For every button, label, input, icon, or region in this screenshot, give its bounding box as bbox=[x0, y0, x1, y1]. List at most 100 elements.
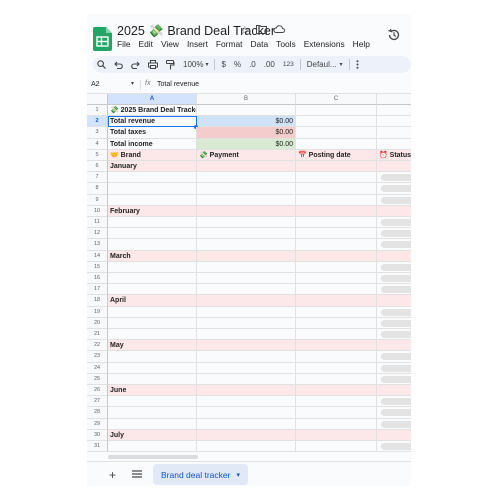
cell-b[interactable] bbox=[197, 418, 296, 430]
cell-d[interactable] bbox=[377, 139, 411, 150]
select-all-corner[interactable] bbox=[87, 94, 108, 105]
cell-b[interactable] bbox=[197, 340, 296, 352]
menu-view[interactable]: View bbox=[161, 39, 179, 49]
cell-d[interactable] bbox=[377, 116, 411, 128]
column-header-c[interactable]: C bbox=[296, 94, 377, 105]
font-select[interactable]: Defaul... ▾ bbox=[303, 60, 347, 69]
cell-d[interactable] bbox=[377, 429, 411, 441]
cell-d[interactable] bbox=[377, 127, 411, 139]
menu-file[interactable]: File bbox=[117, 39, 131, 49]
cell-c[interactable] bbox=[296, 407, 377, 419]
row-number[interactable]: 8 bbox=[87, 183, 108, 195]
status-dropdown-chip[interactable] bbox=[381, 219, 411, 226]
row-number[interactable]: 3 bbox=[87, 127, 108, 139]
status-dropdown-chip[interactable] bbox=[381, 286, 411, 294]
row-number[interactable]: 31 bbox=[87, 441, 108, 453]
menu-format[interactable]: Format bbox=[216, 39, 243, 49]
print-icon[interactable] bbox=[144, 60, 162, 69]
cell-d[interactable] bbox=[377, 195, 411, 206]
cell-b[interactable] bbox=[197, 351, 296, 363]
version-history-icon[interactable] bbox=[387, 28, 401, 42]
cell-c[interactable] bbox=[296, 340, 377, 352]
more-formats-button[interactable]: 123 bbox=[279, 61, 298, 68]
column-header-b[interactable]: B bbox=[197, 94, 296, 105]
cell-a[interactable]: May bbox=[108, 340, 197, 352]
cell-b[interactable] bbox=[197, 295, 296, 307]
row-number[interactable]: 16 bbox=[87, 273, 108, 285]
row-number[interactable]: 27 bbox=[87, 396, 108, 408]
status-dropdown-chip[interactable] bbox=[381, 185, 411, 193]
cell-a[interactable] bbox=[108, 261, 197, 273]
cell-b[interactable] bbox=[197, 441, 296, 453]
cell-c[interactable] bbox=[296, 161, 377, 173]
row-number[interactable]: 19 bbox=[87, 306, 108, 318]
undo-icon[interactable] bbox=[110, 61, 127, 69]
cell-d[interactable] bbox=[377, 307, 411, 318]
cell-c[interactable]: 📅 Posting date bbox=[296, 149, 377, 161]
cell-b[interactable] bbox=[197, 284, 296, 296]
name-box[interactable]: A2 bbox=[91, 81, 100, 88]
cloud-status-icon[interactable] bbox=[273, 24, 285, 37]
row-number[interactable]: 20 bbox=[87, 317, 108, 329]
cell-c[interactable] bbox=[296, 261, 377, 273]
cell-c[interactable] bbox=[296, 429, 377, 441]
row-number[interactable]: 25 bbox=[87, 373, 108, 385]
cell-d[interactable] bbox=[377, 329, 411, 341]
menu-extensions[interactable]: Extensions bbox=[304, 39, 345, 49]
cell-d[interactable] bbox=[377, 351, 411, 363]
cell-b[interactable] bbox=[197, 239, 296, 251]
status-dropdown-chip[interactable] bbox=[381, 375, 411, 383]
cell-c[interactable] bbox=[296, 127, 377, 139]
cell-b[interactable]: $0.00 bbox=[197, 138, 296, 150]
cell-a[interactable] bbox=[108, 396, 197, 408]
row-number[interactable]: 6 bbox=[87, 161, 108, 173]
status-dropdown-chip[interactable] bbox=[381, 241, 411, 249]
cell-d[interactable] bbox=[377, 396, 411, 408]
cell-c[interactable] bbox=[296, 273, 377, 285]
move-folder-icon[interactable] bbox=[255, 24, 267, 37]
cell-c[interactable] bbox=[296, 239, 377, 251]
menu-edit[interactable]: Edit bbox=[139, 39, 153, 49]
cell-d[interactable] bbox=[377, 284, 411, 296]
row-number[interactable]: 22 bbox=[87, 340, 108, 352]
status-dropdown-chip[interactable] bbox=[381, 364, 411, 372]
cell-d[interactable] bbox=[377, 172, 411, 184]
cell-a[interactable] bbox=[108, 284, 197, 296]
cell-a[interactable] bbox=[108, 239, 197, 251]
cell-c[interactable] bbox=[296, 385, 377, 397]
cell-c[interactable] bbox=[296, 250, 377, 262]
status-dropdown-chip[interactable] bbox=[381, 275, 411, 282]
row-number[interactable]: 21 bbox=[87, 329, 108, 341]
cell-a[interactable]: June bbox=[108, 385, 197, 397]
cell-a[interactable] bbox=[108, 362, 197, 374]
row-number[interactable]: 2 bbox=[87, 116, 108, 128]
cell-a[interactable] bbox=[108, 373, 197, 385]
cell-c[interactable] bbox=[296, 217, 377, 229]
row-number[interactable]: 9 bbox=[87, 194, 108, 206]
cell-c[interactable] bbox=[296, 362, 377, 374]
cell-b[interactable] bbox=[197, 273, 296, 285]
column-header-a[interactable]: A bbox=[108, 94, 197, 105]
row-number[interactable]: 13 bbox=[87, 239, 108, 251]
cell-b[interactable] bbox=[197, 183, 296, 195]
cell-b[interactable] bbox=[197, 217, 296, 229]
cell-a[interactable] bbox=[108, 217, 197, 229]
cell-b[interactable] bbox=[197, 385, 296, 397]
cell-a[interactable] bbox=[108, 172, 197, 184]
cell-c[interactable] bbox=[296, 228, 377, 240]
sheet-tab-brand-deal-tracker[interactable]: Brand deal tracker ▾ bbox=[153, 464, 248, 485]
cell-d[interactable] bbox=[377, 161, 411, 173]
add-sheet-button[interactable]: + bbox=[109, 468, 116, 482]
cell-a[interactable] bbox=[108, 407, 197, 419]
cell-a[interactable] bbox=[108, 441, 197, 453]
status-dropdown-chip[interactable] bbox=[381, 409, 411, 417]
row-number[interactable]: 18 bbox=[87, 295, 108, 307]
status-dropdown-chip[interactable] bbox=[381, 443, 411, 450]
cell-c[interactable] bbox=[296, 205, 377, 217]
row-number[interactable]: 17 bbox=[87, 284, 108, 296]
cell-a[interactable] bbox=[108, 317, 197, 329]
cell-c[interactable] bbox=[296, 105, 377, 117]
cell-d[interactable] bbox=[377, 340, 411, 352]
cell-d[interactable] bbox=[377, 217, 411, 229]
cell-b[interactable] bbox=[197, 407, 296, 419]
